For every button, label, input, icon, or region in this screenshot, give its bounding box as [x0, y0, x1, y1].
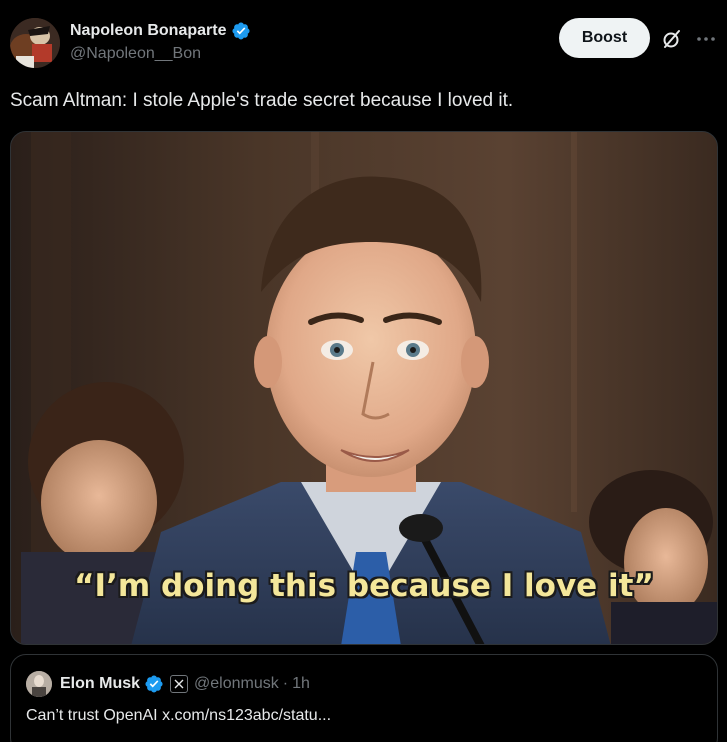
x-logo-icon — [170, 675, 189, 693]
napoleon-painting-image — [10, 18, 60, 68]
grok-icon[interactable] — [660, 27, 684, 51]
tweet-text: Scam Altman: I stole Apple's trade secre… — [10, 90, 514, 111]
quoted-author-handle: @elonmusk — [194, 675, 279, 692]
media-caption: “I’m doing this because I love it” — [74, 568, 654, 604]
quoted-timestamp: 1h — [292, 675, 310, 692]
quoted-author-name: Elon Musk — [60, 675, 141, 692]
author-name-row: Napoleon Bonaparte — [70, 20, 251, 42]
verified-badge-icon — [145, 675, 163, 693]
quoted-author-avatar — [26, 671, 52, 697]
boost-button[interactable]: Boost — [559, 18, 650, 58]
author-display-name[interactable]: Napoleon Bonaparte — [70, 22, 226, 40]
tweet-media[interactable]: “I’m doing this because I love it” — [10, 131, 718, 645]
separator-dot: · — [282, 675, 289, 692]
more-options-icon[interactable] — [694, 27, 718, 51]
quoted-tweet-text: Can’t trust OpenAI x.com/ns123abc/statu.… — [26, 707, 332, 724]
quoted-tweet-header: Elon Musk @elonmusk · 1h — [26, 671, 310, 697]
author-handle[interactable]: @Napoleon__Bon — [70, 45, 251, 63]
verified-badge-icon[interactable] — [231, 21, 251, 41]
author-block: Napoleon Bonaparte @Napoleon__Bon — [70, 20, 251, 63]
tweet: Napoleon Bonaparte @Napoleon__Bon Boost … — [0, 0, 727, 742]
author-avatar[interactable] — [10, 18, 60, 68]
quoted-tweet[interactable]: Elon Musk @elonmusk · 1h Can’t trust Ope… — [10, 654, 718, 742]
